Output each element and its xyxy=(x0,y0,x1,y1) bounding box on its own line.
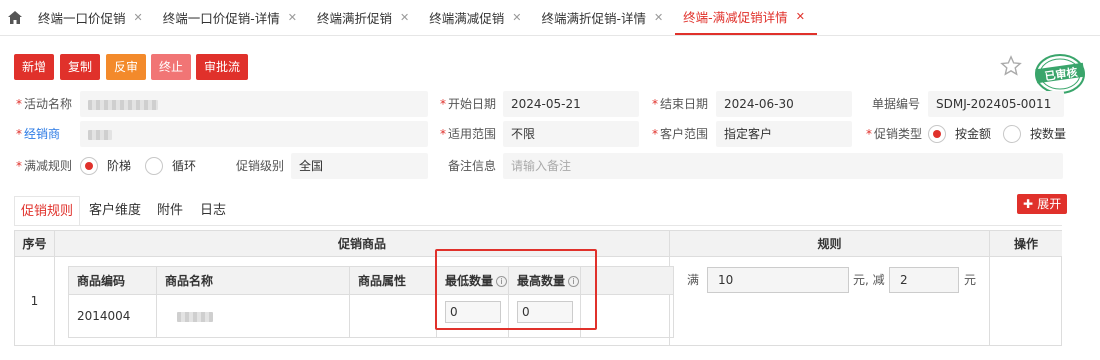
remark-label: 备注信息 xyxy=(448,159,497,173)
close-icon[interactable]: ✕ xyxy=(512,11,521,24)
rule-mid: 元, 减 xyxy=(853,273,885,287)
customer-scope-field[interactable]: 指定客户 xyxy=(716,121,852,147)
approval-flow-button[interactable]: 审批流 xyxy=(196,54,248,80)
tab-label: 终端满折促销 xyxy=(316,11,392,26)
rule-ladder-label: 阶梯 xyxy=(107,159,132,173)
new-button[interactable]: 新增 xyxy=(14,54,54,80)
rule-suffix: 元 xyxy=(964,273,977,287)
expand-button[interactable]: ✚ 展开 xyxy=(1017,194,1068,214)
activity-name-field[interactable] xyxy=(80,91,428,117)
plus-icon: ✚ xyxy=(1023,197,1038,211)
tab-attachments[interactable]: 附件 xyxy=(151,196,189,226)
dealer-label: * 经销商 xyxy=(16,127,61,141)
product-attr xyxy=(350,295,437,337)
highlight-box xyxy=(435,249,597,330)
start-date-label: * 开始日期 xyxy=(440,97,497,111)
promo-type-amount-radio[interactable] xyxy=(928,125,946,143)
tab-label: 终端-满减促销详情 xyxy=(683,10,788,25)
sub-header-code: 商品编码 xyxy=(69,267,157,295)
unaudit-button[interactable]: 反审 xyxy=(106,54,146,80)
home-icon[interactable] xyxy=(0,0,30,35)
end-date-label: * 结束日期 xyxy=(652,97,709,111)
promo-type-amount-label: 按金额 xyxy=(955,127,992,141)
tab-label: 终端一口价促销 xyxy=(38,11,126,26)
doc-no-field: SDMJ-202405-0011 xyxy=(928,91,1064,117)
rule-label: * 满减规则 xyxy=(16,159,73,173)
rule-prefix: 满 xyxy=(687,273,700,287)
sub-header-attr: 商品属性 xyxy=(350,267,437,295)
level-label: 促销级别 xyxy=(236,159,285,173)
copy-button[interactable]: 复制 xyxy=(60,54,100,80)
scope-label: * 适用范围 xyxy=(440,127,497,141)
tab-item[interactable]: 终端满减促销 ✕ xyxy=(421,0,533,35)
rule-loop-radio[interactable] xyxy=(145,157,163,175)
sub-header-name: 商品名称 xyxy=(157,267,350,295)
activity-name-label: * 活动名称 xyxy=(16,97,73,111)
close-icon[interactable]: ✕ xyxy=(134,11,143,24)
approved-stamp: 已审核 xyxy=(1032,52,1088,96)
close-icon[interactable]: ✕ xyxy=(400,11,409,24)
close-icon[interactable]: ✕ xyxy=(796,10,805,23)
row-no: 1 xyxy=(15,257,55,345)
start-date-field[interactable]: 2024-05-21 xyxy=(503,91,639,117)
terminate-button[interactable]: 终止 xyxy=(151,54,191,80)
tab-customer-dimension[interactable]: 客户维度 xyxy=(83,196,147,226)
tab-item-active[interactable]: 终端-满减促销详情 ✕ xyxy=(675,0,817,35)
minus-amount-input[interactable]: 2 xyxy=(889,267,959,293)
customer-scope-label: * 客户范围 xyxy=(652,127,709,141)
tab-divider xyxy=(14,225,1062,226)
end-date-field[interactable]: 2024-06-30 xyxy=(716,91,852,117)
promo-type-label: * 促销类型 xyxy=(866,127,923,141)
product-name xyxy=(157,295,350,337)
tab-item[interactable]: 终端满折促销-详情 ✕ xyxy=(533,0,675,35)
scope-field[interactable]: 不限 xyxy=(503,121,639,147)
tab-item[interactable]: 终端一口价促销-详情 ✕ xyxy=(155,0,309,35)
tab-item[interactable]: 终端一口价促销 ✕ xyxy=(30,0,155,35)
rule-ladder-radio[interactable] xyxy=(80,157,98,175)
remark-input[interactable]: 请输入备注 xyxy=(503,153,1063,179)
promo-type-qty-radio[interactable] xyxy=(1003,125,1021,143)
full-amount-input[interactable]: 10 xyxy=(707,267,849,293)
level-field[interactable]: 全国 xyxy=(291,153,428,179)
tab-item[interactable]: 终端满折促销 ✕ xyxy=(309,0,421,35)
tab-strip: 终端一口价促销 ✕ 终端一口价促销-详情 ✕ 终端满折促销 ✕ 终端满减促销 ✕ 终端满… xyxy=(0,0,1100,36)
tab-label: 终端满减促销 xyxy=(429,11,505,26)
star-icon[interactable] xyxy=(1000,55,1022,80)
col-header-ops: 操作 xyxy=(990,231,1062,257)
doc-no-label: 单据编号 xyxy=(872,97,921,111)
col-header-no: 序号 xyxy=(15,231,55,257)
rule-loop-label: 循环 xyxy=(172,159,197,173)
col-header-rules: 规则 xyxy=(670,231,990,257)
dealer-field[interactable] xyxy=(80,121,428,147)
tab-promo-rules[interactable]: 促销规则 xyxy=(14,196,81,226)
close-icon[interactable]: ✕ xyxy=(654,11,663,24)
tab-label: 终端一口价促销-详情 xyxy=(162,11,280,26)
product-code: 2014004 xyxy=(69,295,157,337)
tab-label: 终端满折促销-详情 xyxy=(541,11,646,26)
promo-type-qty-label: 按数量 xyxy=(1030,127,1067,141)
close-icon[interactable]: ✕ xyxy=(288,11,297,24)
tab-log[interactable]: 日志 xyxy=(194,196,232,226)
